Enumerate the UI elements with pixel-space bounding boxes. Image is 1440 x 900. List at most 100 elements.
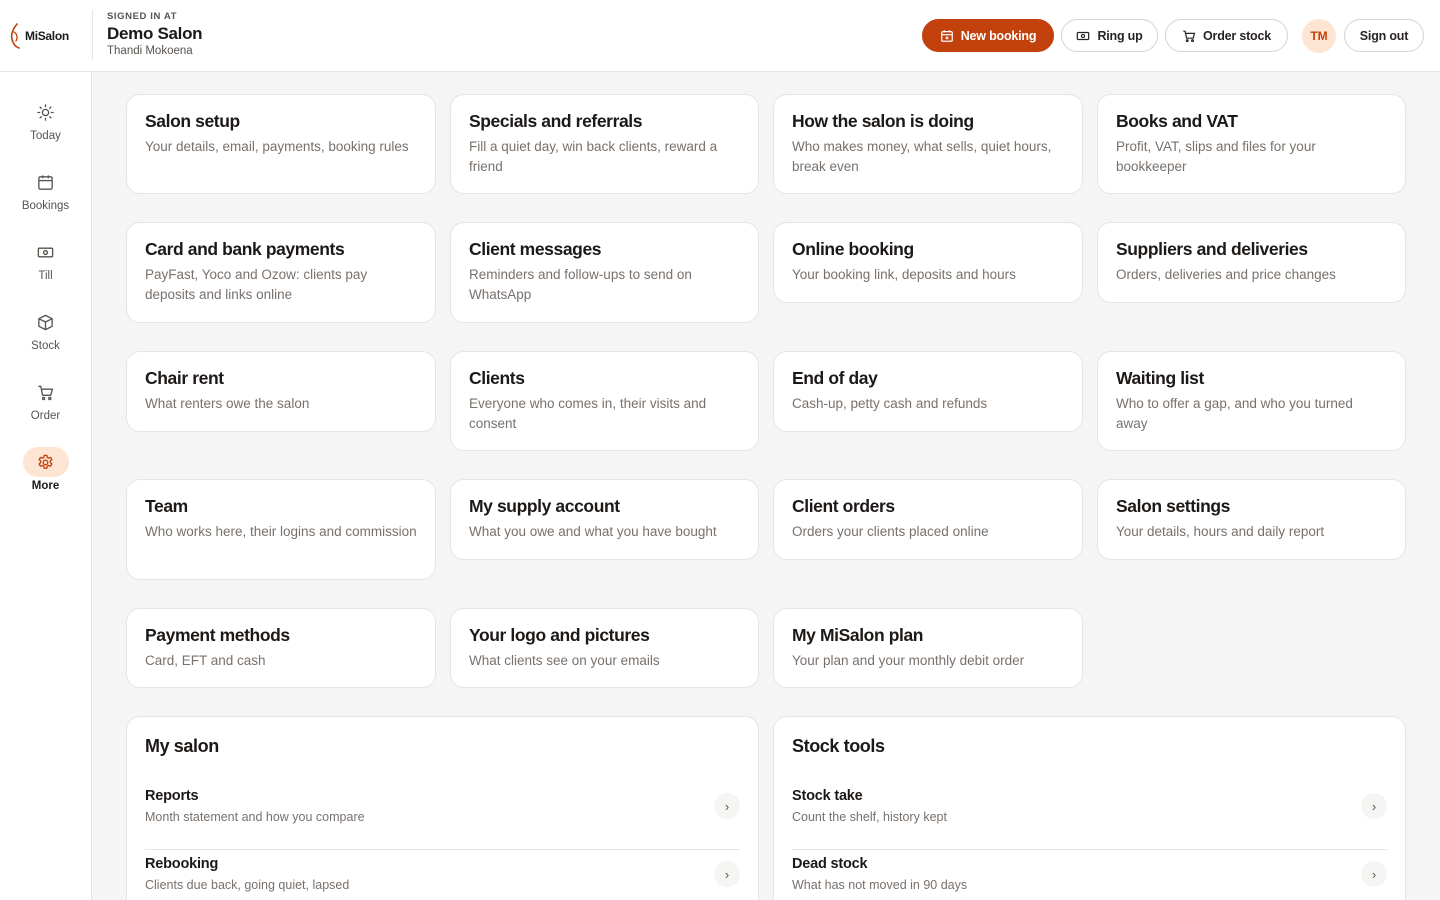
row-desc: What has not moved in 90 days [792, 878, 968, 892]
card-client-orders[interactable]: Client orders Orders your clients placed… [773, 479, 1083, 560]
card-desc: Card, EFT and cash [145, 653, 266, 668]
card-title: Client messages [469, 239, 602, 259]
card-salon-performance[interactable]: How the salon is doing Who makes money, … [773, 94, 1083, 194]
row-rebooking[interactable]: Rebooking Clients due back, going quiet,… [145, 856, 740, 900]
user-name: Thandi Mokoena [107, 45, 193, 57]
card-desc: What clients see on your emails [469, 653, 660, 668]
salon-name: Demo Salon [107, 24, 203, 43]
header-divider [92, 10, 93, 60]
calendar-icon [23, 167, 69, 197]
card-title: Suppliers and deliveries [1116, 239, 1308, 259]
card-title: Waiting list [1116, 368, 1204, 388]
sidebar-label-stock: Stock [31, 340, 60, 352]
logo-text: MiSalon [25, 29, 69, 43]
panel-title: My salon [145, 736, 219, 756]
card-title: Specials and referrals [469, 111, 643, 131]
row-title: Rebooking [145, 856, 219, 872]
card-salon-settings[interactable]: Salon settings Your details, hours and d… [1097, 479, 1406, 560]
sidebar-item-bookings[interactable]: Bookings [0, 167, 91, 227]
card-title: End of day [792, 368, 878, 388]
row-dead-stock[interactable]: Dead stock What has not moved in 90 days… [792, 856, 1387, 900]
row-stock-take[interactable]: Stock take Count the shelf, history kept… [792, 788, 1387, 850]
card-desc: Your details, email, payments, booking r… [145, 139, 409, 154]
calendar-plus-icon [940, 29, 953, 42]
sidebar-label-more: More [31, 480, 60, 492]
card-title: Your logo and pictures [469, 625, 650, 645]
sign-out-label: Sign out [1359, 28, 1409, 43]
ring-up-label: Ring up [1097, 28, 1143, 43]
sidebar-label-till: Till [38, 270, 53, 282]
card-desc: Who works here, their logins and commiss… [145, 524, 417, 539]
row-title: Stock take [792, 788, 863, 804]
cart-icon [1183, 30, 1196, 42]
card-misalon-plan[interactable]: My MiSalon plan Your plan and your month… [773, 608, 1083, 688]
card-desc: Orders, deliveries and price changes [1116, 267, 1336, 282]
row-title: Dead stock [792, 856, 868, 872]
card-desc: What renters owe the salon [145, 396, 310, 411]
card-card-bank-payments[interactable]: Card and bank payments PayFast, Yoco and… [126, 222, 436, 323]
card-title: Books and VAT [1116, 111, 1238, 131]
cash-icon [23, 237, 69, 267]
card-title: Payment methods [145, 625, 290, 645]
card-end-of-day[interactable]: End of day Cash-up, petty cash and refun… [773, 351, 1083, 432]
sidebar-item-more[interactable]: More [0, 447, 91, 507]
card-title: How the salon is doing [792, 111, 974, 131]
card-specials-referrals[interactable]: Specials and referrals Fill a quiet day,… [450, 94, 759, 194]
card-books-vat[interactable]: Books and VAT Profit, VAT, slips and fil… [1097, 94, 1406, 194]
card-title: Clients [469, 368, 525, 388]
sidebar-label-today: Today [30, 130, 61, 142]
card-supply-account[interactable]: My supply account What you owe and what … [450, 479, 759, 560]
card-desc: What you owe and what you have bought [469, 524, 717, 539]
card-desc: Who to offer a gap, and who you turned a… [1116, 396, 1353, 431]
chevron-right-icon: › [714, 861, 740, 887]
chevron-right-icon: › [1361, 861, 1387, 887]
card-waiting-list[interactable]: Waiting list Who to offer a gap, and who… [1097, 351, 1406, 451]
card-title: My MiSalon plan [792, 625, 924, 645]
app-logo[interactable]: MiSalon [8, 22, 69, 50]
card-title: My supply account [469, 496, 620, 516]
new-booking-button[interactable]: New booking [922, 19, 1054, 52]
sidebar-label-order: Order [30, 410, 61, 422]
card-title: Chair rent [145, 368, 224, 388]
user-avatar[interactable]: TM [1302, 19, 1336, 53]
card-title: Salon setup [145, 111, 240, 131]
logo-mark-icon [10, 23, 20, 49]
card-logo-pictures[interactable]: Your logo and pictures What clients see … [450, 608, 759, 688]
chevron-right-icon: › [1361, 793, 1387, 819]
card-desc: Reminders and follow-ups to send on What… [469, 267, 692, 302]
card-title: Card and bank payments [145, 239, 345, 259]
card-team[interactable]: Team Who works here, their logins and co… [126, 479, 436, 580]
card-desc: Your booking link, deposits and hours [792, 267, 1016, 282]
sidebar-label-bookings: Bookings [21, 200, 70, 212]
row-title: Reports [145, 788, 199, 804]
cart-icon [23, 377, 69, 407]
card-payment-methods[interactable]: Payment methods Card, EFT and cash [126, 608, 436, 688]
sidebar-item-order[interactable]: Order [0, 377, 91, 437]
ring-up-button[interactable]: Ring up [1061, 19, 1158, 52]
card-desc: Your details, hours and daily report [1116, 524, 1325, 539]
card-desc: Everyone who comes in, their visits and … [469, 396, 707, 431]
signed-in-label: SIGNED IN AT [107, 11, 178, 22]
card-online-booking[interactable]: Online booking Your booking link, deposi… [773, 222, 1083, 303]
panel-title: Stock tools [792, 736, 885, 756]
card-suppliers-deliveries[interactable]: Suppliers and deliveries Orders, deliver… [1097, 222, 1406, 303]
order-stock-button[interactable]: Order stock [1165, 19, 1288, 52]
row-reports[interactable]: Reports Month statement and how you comp… [145, 788, 740, 850]
card-clients[interactable]: Clients Everyone who comes in, their vis… [450, 351, 759, 451]
card-desc: Profit, VAT, slips and files for your bo… [1116, 139, 1316, 174]
card-desc: Who makes money, what sells, quiet hours… [792, 139, 1052, 174]
sidebar-item-today[interactable]: Today [0, 97, 91, 157]
card-title: Client orders [792, 496, 895, 516]
card-chair-rent[interactable]: Chair rent What renters owe the salon [126, 351, 436, 432]
card-salon-setup[interactable]: Salon setup Your details, email, payment… [126, 94, 436, 194]
top-header: MiSalon SIGNED IN AT Demo Salon Thandi M… [0, 0, 1440, 72]
card-client-messages[interactable]: Client messages Reminders and follow-ups… [450, 222, 759, 323]
sign-out-button[interactable]: Sign out [1344, 19, 1424, 52]
sidebar-item-till[interactable]: Till [0, 237, 91, 297]
order-stock-label: Order stock [1203, 28, 1271, 43]
chevron-right-icon: › [714, 793, 740, 819]
sidebar-item-stock[interactable]: Stock [0, 307, 91, 367]
card-title: Salon settings [1116, 496, 1231, 516]
row-desc: Clients due back, going quiet, lapsed [145, 878, 350, 892]
card-desc: PayFast, Yoco and Ozow: clients pay depo… [145, 267, 368, 302]
